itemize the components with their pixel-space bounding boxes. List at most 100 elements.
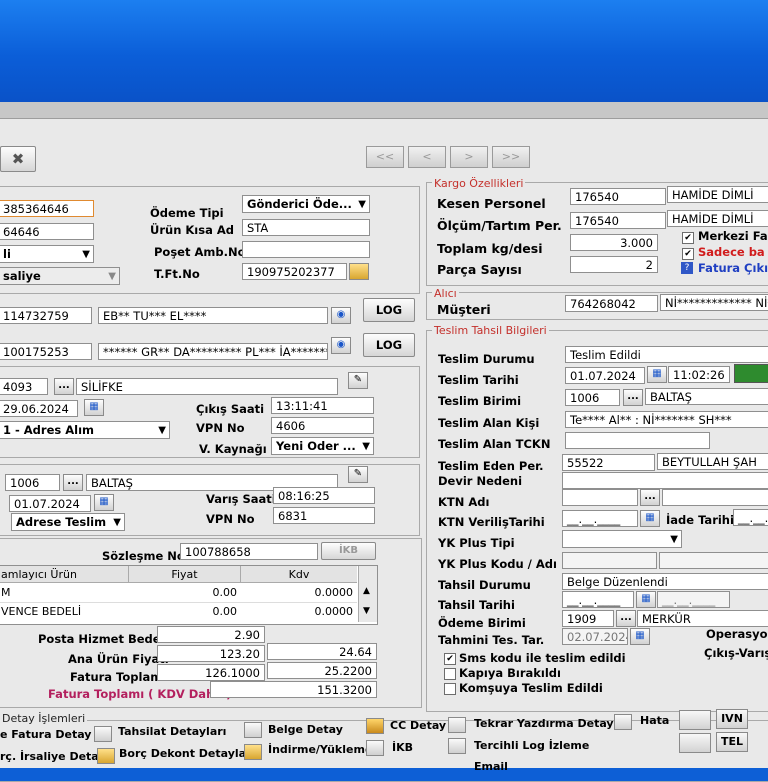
folder-icon[interactable] [349, 263, 369, 280]
origin-code-field[interactable]: 4093 [0, 378, 48, 395]
ktn-adi-field[interactable] [562, 489, 638, 506]
cc-detay-action[interactable]: CC Detay [390, 719, 446, 732]
merkezi-checkbox[interactable]: ✔ [682, 232, 694, 244]
ktn-lookup-button[interactable]: ... [640, 489, 660, 506]
urun-kisa-ad-field[interactable]: STA [242, 219, 370, 236]
receiver-name-field[interactable]: ****** GR** DA********* PL*** İA******** [98, 343, 328, 360]
next-record-button[interactable]: > [450, 146, 488, 168]
email-action[interactable]: Email [474, 760, 508, 773]
sozlesme-field[interactable]: 100788658 [180, 543, 318, 560]
tekrar-yazdirma-action[interactable]: Tekrar Yazdırma Detay [474, 717, 614, 730]
shield-icon[interactable] [366, 740, 384, 756]
olcum-tartim-id-field[interactable]: 176540 [570, 212, 666, 229]
v-kaynagi-combo[interactable]: Yeni Oder ... ▼ [271, 437, 374, 455]
calendar-icon[interactable]: ▦ [636, 591, 656, 608]
borc-dekont-action[interactable]: Borç Dekont Detayları [119, 747, 255, 760]
calendar-icon[interactable]: ▦ [94, 494, 114, 511]
calendar-icon[interactable]: ▦ [640, 510, 660, 527]
cc-icon[interactable] [366, 718, 384, 734]
folder-icon[interactable] [97, 748, 115, 764]
tahsil-tarihi-field[interactable]: __.__.____ [562, 591, 634, 608]
ikb-action[interactable]: İKB [392, 741, 413, 754]
fatura-detay-action[interactable]: e Fatura Detay [0, 728, 91, 741]
ktn-verilis-field[interactable]: __.__.____ [562, 510, 638, 527]
teslim-birimi-code-field[interactable]: 1006 [565, 389, 620, 406]
vpn-no-field[interactable]: 4606 [271, 417, 374, 434]
odeme-birimi-name-field[interactable]: MERKÜR [637, 610, 768, 627]
kesen-personel-name-field[interactable]: HAMİDE DİMLİ [667, 186, 768, 203]
table-header-fiyat[interactable]: Fiyat [129, 566, 241, 583]
eye-icon[interactable]: ◉ [331, 337, 351, 354]
receiver-log-button[interactable]: LOG [363, 333, 415, 357]
parca-sayisi-field[interactable]: 2 [570, 256, 658, 273]
iade-tarihi-field[interactable]: __.__.____ [733, 509, 768, 526]
kesen-personel-id-field[interactable]: 176540 [570, 188, 666, 205]
yk-plus-adi-field[interactable] [659, 552, 768, 569]
indirme-yukleme-action[interactable]: İndirme/Yükleme [268, 743, 372, 756]
sadece-checkbox[interactable]: ✔ [682, 248, 694, 260]
ktn-adi-name-field[interactable] [662, 489, 768, 506]
table-scrollbar[interactable]: ▲ ▼ [358, 566, 377, 622]
odeme-birimi-lookup-button[interactable]: ... [616, 610, 636, 627]
fatura-cikis-label[interactable]: Fatura Çıkış [698, 261, 768, 275]
yk-plus-kodu-field[interactable] [562, 552, 657, 569]
tercihli-log-action[interactable]: Tercihli Log İzleme [474, 739, 589, 752]
scroll-up-icon[interactable]: ▲ [363, 586, 370, 596]
teslim-durumu-field[interactable]: Teslim Edildi [565, 346, 768, 363]
calendar-icon[interactable]: ▦ [630, 628, 650, 645]
pin-icon[interactable]: ✎ [348, 466, 368, 483]
calendar-icon[interactable]: ▦ [84, 399, 104, 416]
teslim-eden-id-field[interactable]: 55522 [562, 454, 655, 471]
document-type-combo[interactable]: saliye ▼ [0, 267, 120, 285]
tft-no-field[interactable]: 190975202377 [242, 263, 347, 280]
musteri-name-field[interactable]: Nİ************* Nİ** [660, 294, 768, 311]
type-combo[interactable]: li ▼ [0, 245, 94, 263]
teslim-tarihi-field[interactable]: 01.07.2024 [565, 367, 645, 384]
dest-lookup-button[interactable]: ... [63, 474, 83, 491]
ikb-button[interactable]: İKB [321, 542, 376, 560]
vpn-no-2-field[interactable]: 6831 [273, 507, 375, 524]
teslim-birimi-name-field[interactable]: BALTAŞ [645, 388, 768, 405]
scroll-down-icon[interactable]: ▼ [363, 606, 370, 616]
table-row[interactable]: VENCE BEDELİ 0.00 0.0000 [0, 603, 357, 621]
tahsil-durumu-field[interactable]: Belge Düzenlendi [562, 573, 768, 590]
odeme-tipi-combo[interactable]: Gönderici Öde... ▼ [242, 195, 370, 213]
calculator-icon[interactable] [94, 726, 112, 742]
sender-name-field[interactable]: EB** TU*** EL**** [98, 307, 328, 324]
adrese-teslim-combo[interactable]: Adrese Teslim ▼ [11, 513, 125, 531]
pin-icon[interactable]: ✎ [348, 372, 368, 389]
kapiya-checkbox[interactable] [444, 668, 456, 680]
origin-lookup-button[interactable]: ... [54, 378, 74, 395]
runner-icon[interactable] [448, 738, 466, 754]
devir-nedeni-field[interactable] [562, 472, 768, 489]
odeme-birimi-code-field[interactable]: 1909 [562, 610, 614, 627]
shipment-code2-field[interactable]: 64646 [0, 223, 94, 240]
receiver-id-field[interactable]: 100175253 [0, 343, 92, 360]
belge-detay-action[interactable]: Belge Detay [268, 723, 343, 736]
teslim-eden-name-field[interactable]: BEYTULLAH ŞAH [657, 453, 768, 470]
printer-icon[interactable] [448, 717, 466, 733]
tel-button[interactable]: TEL [716, 732, 748, 752]
sms-checkbox[interactable]: ✔ [444, 653, 456, 665]
teslim-saati-field[interactable]: 11:02:26 [668, 366, 730, 383]
adres-alim-combo[interactable]: 1 - Adres Alım ▼ [0, 421, 170, 439]
teslim-alan-tckn-field[interactable] [565, 432, 710, 449]
tahsil-saati-field[interactable]: __.__.____ [657, 591, 730, 608]
table-row[interactable]: M 0.00 0.0000 [0, 584, 357, 603]
poset-amb-field[interactable] [242, 241, 370, 258]
toplam-kg-field[interactable]: 3.000 [570, 234, 658, 251]
sender-log-button[interactable]: LOG [363, 298, 415, 322]
eye-icon[interactable]: ◉ [331, 307, 351, 324]
sender-id-field[interactable]: 114732759 [0, 307, 92, 324]
yk-plus-tipi-combo[interactable]: ▼ [562, 530, 682, 548]
tahsilat-detaylari-action[interactable]: Tahsilat Detayları [118, 725, 226, 738]
varis-saati-field[interactable]: 08:16:25 [273, 487, 375, 504]
table-header-product[interactable]: amlayıcı Ürün [0, 566, 129, 583]
teslim-alan-kisi-field[interactable]: Te**** Al** : Nİ******* SH*** [565, 411, 768, 428]
cikis-saati-field[interactable]: 13:11:41 [271, 397, 374, 414]
hata-action[interactable]: Hata [640, 714, 669, 727]
calendar-icon[interactable]: ▦ [647, 366, 667, 383]
ivn-button[interactable]: IVN [716, 709, 748, 729]
musteri-id-field[interactable]: 764268042 [565, 295, 658, 312]
teslim-birimi-lookup-button[interactable]: ... [623, 389, 643, 406]
